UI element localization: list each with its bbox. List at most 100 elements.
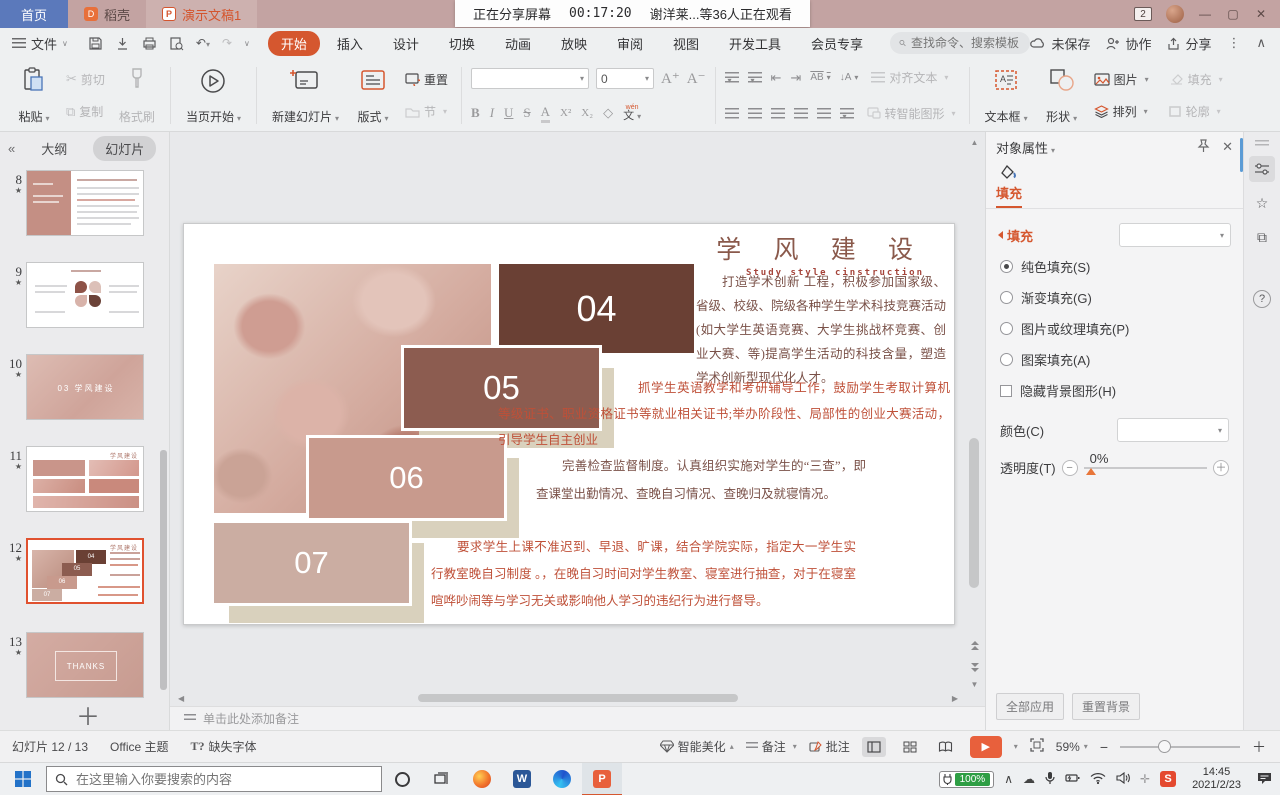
properties-tool-button[interactable] [1249,156,1275,182]
undo-button[interactable]: ↶▾ [196,36,210,50]
align-right-button[interactable] [771,108,785,119]
properties-title[interactable]: 对象属性 [996,138,1055,157]
tab-design[interactable]: 设计 [380,31,432,56]
text-direction-button[interactable]: ↓A [840,72,859,83]
slide-8-thumbnail[interactable] [26,170,144,236]
slide-sorter-view-button[interactable] [898,737,922,757]
paragraph-2[interactable]: 抓学生英语教学和考研辅导工作，鼓励学生考取计算机等级证书、职业资格证书等就业相关… [498,375,950,453]
fill-button[interactable]: 填充 [1165,69,1227,90]
slide-13-thumbnail[interactable]: THANKS [26,632,144,698]
format-painter-button[interactable]: 格式刷 [113,63,161,128]
slide-canvas[interactable]: 学 风 建 设 Study style cinstruction 04 05 0… [183,223,955,625]
zoom-slider[interactable] [1120,746,1240,748]
horizontal-scrollbar[interactable]: ◀ ▶ [178,692,958,704]
vertical-scroll-thumb[interactable] [969,438,979,588]
slide-9-thumbnail[interactable] [26,262,144,328]
tab-animation[interactable]: 动画 [492,31,544,56]
share-button[interactable]: 分享 [1167,34,1211,53]
shapes-button[interactable]: 形状 [1038,63,1086,128]
fill-option-pattern[interactable]: 图案填充(A) [986,344,1243,375]
clear-format-icon[interactable]: ◇ [603,105,613,121]
align-center-button[interactable] [748,108,762,119]
increase-indent-button[interactable]: ⇥ [790,70,801,86]
hidden-icons-chevron[interactable]: ∧ [1004,772,1013,786]
command-search[interactable] [890,32,1030,54]
close-panel-icon[interactable]: ✕ [1222,139,1233,155]
tab-member[interactable]: 会员专享 [798,31,876,56]
power-icon[interactable] [1065,772,1080,786]
decrease-indent-button[interactable]: ⇤ [771,70,782,86]
hide-background-checkbox[interactable]: 隐藏背景图形(H) [986,375,1243,406]
zoom-in-button[interactable]: ＋ [1252,737,1266,757]
previous-slide-button[interactable] [968,636,981,654]
fill-option-gradient[interactable]: 渐变填充(G) [986,282,1243,313]
tab-review[interactable]: 审阅 [604,31,656,56]
edge-icon[interactable] [542,763,582,795]
cut-button[interactable]: ✂剪切 [62,69,109,90]
arrange-button[interactable]: 排列 [1090,101,1152,122]
print-button[interactable] [142,36,157,51]
slide-panel-scrollbar[interactable] [160,450,167,690]
screen-share-banner[interactable]: 正在分享屏幕 00:17:20 谢洋莱...等36人正在观看 [455,0,810,27]
tab-slides[interactable]: 幻灯片 [93,136,156,161]
scroll-right-arrow[interactable]: ▶ [952,694,958,703]
close-button[interactable]: ✕ [1254,7,1268,21]
tab-document[interactable]: P 演示文稿1 [146,0,257,28]
save-status[interactable]: 未保存 [1030,34,1090,53]
export-pdf-button[interactable] [115,36,130,51]
subscript-button[interactable]: X₂ [581,107,593,119]
wps-presentation-taskbar-icon[interactable]: P [582,763,622,795]
task-view-icon[interactable] [422,763,462,795]
command-search-input[interactable] [911,36,1021,50]
distribute-button[interactable] [817,108,831,119]
missing-font-button[interactable]: T?缺失字体 [191,738,257,755]
zoom-slider-knob[interactable] [1158,740,1171,753]
theme-name[interactable]: Office 主题 [110,738,168,755]
font-color-button[interactable]: A [541,104,550,123]
italic-button[interactable]: I [490,105,494,121]
comments-button[interactable]: 批注 [809,738,850,755]
slide-12-thumbnail[interactable]: 学风建设 04 05 06 07 [26,538,144,604]
underline-button[interactable]: U [504,105,513,121]
taskbar-clock[interactable]: 14:45 2021/2/23 [1186,766,1247,792]
align-left-button[interactable] [725,108,739,119]
smart-beautify-button[interactable]: 智能美化 ▴ [660,738,734,755]
fill-tab[interactable]: 填充 [996,164,1022,208]
line-spacing-button[interactable] [840,108,854,119]
tab-start[interactable]: 开始 [268,31,320,56]
fill-option-solid[interactable]: 纯色填充(S) [986,251,1243,282]
scroll-left-arrow[interactable]: ◀ [178,694,184,703]
step-block-07[interactable]: 07 [214,523,409,603]
bullet-list-button[interactable] [725,72,739,83]
horizontal-scroll-thumb[interactable] [418,694,738,702]
fill-option-picture[interactable]: 图片或纹理填充(P) [986,313,1243,344]
paragraph-3[interactable]: 完善检查监督制度。认真组织实施对学生的“三查”，即查课堂出勤情况、查晚自习情况、… [536,452,866,508]
effects-tool-button[interactable]: ☆ [1249,190,1275,216]
help-button[interactable]: ? [1253,290,1271,308]
collapse-ribbon-button[interactable]: ∧ [1256,35,1266,51]
sogou-ime-icon[interactable]: S [1160,771,1176,787]
save-button[interactable] [88,36,103,51]
tab-home[interactable]: 首页 [0,0,68,28]
align-text-button[interactable]: 对齐文本 [867,67,952,88]
reading-view-button[interactable] [934,737,958,757]
notification-center-icon[interactable] [1257,771,1272,787]
fit-slide-button[interactable] [1030,738,1044,755]
cortana-icon[interactable] [382,763,422,795]
section-button[interactable]: 节 [401,101,452,122]
outline-button[interactable]: 轮廓 [1164,101,1225,122]
picture-button[interactable]: 图片 [1090,69,1153,90]
collaborate-button[interactable]: 协作 [1106,34,1151,53]
scroll-up-arrow[interactable]: ▲ [968,138,981,147]
user-avatar[interactable] [1166,5,1184,23]
fill-section-header[interactable]: 填充 ▾ [986,209,1243,251]
tab-view[interactable]: 视图 [660,31,712,56]
maximize-button[interactable]: ▢ [1226,7,1240,21]
step-block-04[interactable]: 04 [499,264,694,353]
wifi-icon[interactable] [1090,772,1106,787]
ime-tool-icon[interactable]: ✛ [1140,772,1150,786]
tab-transition[interactable]: 切换 [436,31,488,56]
add-slide-button[interactable]: ＋ [76,697,100,732]
copy-button[interactable]: ⧉复制 [62,101,109,122]
new-slide-button[interactable]: 新建幻灯片 [266,63,345,128]
